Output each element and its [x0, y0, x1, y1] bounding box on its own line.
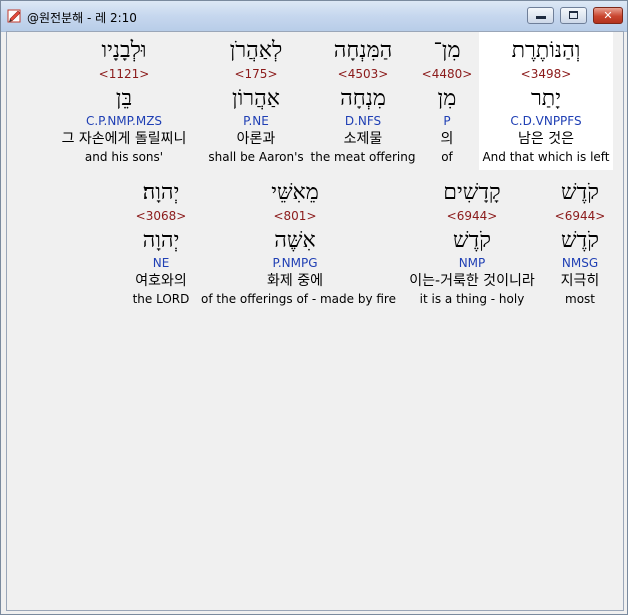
word-column[interactable]: הַמִּנְחָה <4503> מִנְחָה D.NFS 소제물 the … [310, 32, 416, 170]
hebrew-word: לְאַהֲרֹן [229, 38, 283, 63]
parsing-code: NMSG [561, 256, 599, 270]
word-column[interactable]: וּלְבָנָיו <1121> בֵּן C.P.NMP.MZS 그 자손에… [49, 32, 199, 170]
strong-number[interactable]: <3068> [119, 209, 203, 223]
strong-number[interactable]: <4503> [310, 67, 416, 81]
app-icon [7, 9, 21, 23]
lemma-word: אִשֶּׁה [274, 228, 316, 253]
word-column[interactable]: מֵאִשֵּׁי <801> אִשֶּׁה P.NMPG 화제 중에 of … [201, 174, 396, 312]
word-column[interactable]: קָדָשִׁים <6944> קֹדֶשׁ NMP 이는-거룩한 것이니라 … [395, 174, 549, 312]
korean-gloss: 아론과 [236, 131, 276, 147]
korean-gloss: 남은 것은 [518, 131, 574, 147]
minimize-icon [536, 16, 546, 19]
strong-number[interactable]: <1121> [49, 67, 199, 81]
lemma-word: יָתַר [531, 86, 561, 111]
parsing-code: D.NFS [344, 114, 382, 128]
lemma-word: בֵּן [115, 86, 133, 111]
lemma-word: קֹדֶשׁ [561, 228, 599, 253]
parsing-code: C.D.VNPPFS [510, 114, 582, 128]
close-button[interactable]: ✕ [593, 7, 623, 24]
english-gloss: of the offerings of - made by fire [201, 292, 396, 306]
english-gloss: it is a thing - holy [419, 292, 525, 306]
parsing-code: P.NMPG [272, 256, 318, 270]
close-icon: ✕ [603, 9, 613, 22]
korean-gloss: 화제 중에 [267, 273, 323, 289]
lemma-word: מִנְחָה [340, 86, 386, 111]
korean-gloss: 여호와의 [135, 273, 187, 289]
parsing-code: P [443, 114, 451, 128]
word-column[interactable]: מִן־ <4480> מִן P 의 of [412, 32, 482, 170]
strong-number[interactable]: <6944> [395, 209, 549, 223]
english-gloss: most [565, 292, 595, 306]
lemma-word: יְהוָה [142, 228, 180, 253]
hebrew-word: קֹדֶשׁ [561, 180, 599, 205]
hebrew-word: יְהוָה׃ [142, 180, 180, 205]
hebrew-word: הַמִּנְחָה [333, 38, 393, 63]
korean-gloss: 의 [440, 131, 454, 147]
korean-gloss: 이는-거룩한 것이니라 [409, 273, 535, 289]
hebrew-word: מֵאִשֵּׁי [271, 180, 319, 205]
minimize-button[interactable] [527, 7, 554, 24]
interlinear-panel: וְהַנּוֹתֶרֶת <3498> יָתַר C.D.VNPPFS 남은… [6, 31, 624, 611]
window-title: @원전분해 - 레 2:10 [27, 11, 137, 25]
english-gloss: the LORD [132, 292, 190, 306]
hebrew-word: מִן־ [433, 38, 461, 63]
lemma-word: אַהֲרוֹן [232, 86, 280, 111]
korean-gloss: 지극히 [560, 273, 600, 289]
lemma-word: מִן [437, 86, 457, 111]
strong-number[interactable]: <3498> [479, 67, 613, 81]
korean-gloss: 그 자손에게 돌릴찌니 [61, 131, 187, 147]
parsing-code: NE [152, 256, 170, 270]
hebrew-word: וְהַנּוֹתֶרֶת [511, 38, 581, 63]
lemma-word: קֹדֶשׁ [453, 228, 491, 253]
parsing-code: C.P.NMP.MZS [85, 114, 163, 128]
word-column[interactable]: לְאַהֲרֹן <175> אַהֲרוֹן P.NE 아론과 shall … [205, 32, 307, 170]
word-column[interactable]: קֹדֶשׁ <6944> קֹדֶשׁ NMSG 지극히 most [547, 174, 613, 312]
strong-number[interactable]: <801> [201, 209, 389, 223]
hebrew-word: וּלְבָנָיו [101, 38, 147, 63]
hebrew-word: קָדָשִׁים [443, 180, 501, 205]
strong-number[interactable]: <4480> [412, 67, 482, 81]
english-gloss: and his sons' [84, 150, 164, 164]
english-gloss: the meat offering [310, 150, 416, 164]
app-window: @원전분해 - 레 2:10 ✕ וְהַנּוֹתֶרֶת <3498> יָ… [0, 0, 628, 615]
english-gloss: of [441, 150, 453, 164]
english-gloss: And that which is left [482, 150, 610, 164]
korean-gloss: 소제물 [343, 131, 383, 147]
parsing-code: NMP [458, 256, 486, 270]
strong-number[interactable]: <175> [205, 67, 307, 81]
maximize-icon [569, 11, 578, 19]
word-column[interactable]: יְהוָה׃ <3068> יְהוָה NE 여호와의 the LORD [119, 174, 203, 312]
maximize-button[interactable] [560, 7, 587, 24]
title-bar[interactable]: @원전분해 - 레 2:10 ✕ [1, 1, 627, 32]
parsing-code: P.NE [243, 114, 269, 128]
english-gloss: shall be Aaron's [208, 150, 304, 164]
strong-number[interactable]: <6944> [547, 209, 613, 223]
word-column[interactable]: וְהַנּוֹתֶרֶת <3498> יָתַר C.D.VNPPFS 남은… [479, 32, 613, 170]
